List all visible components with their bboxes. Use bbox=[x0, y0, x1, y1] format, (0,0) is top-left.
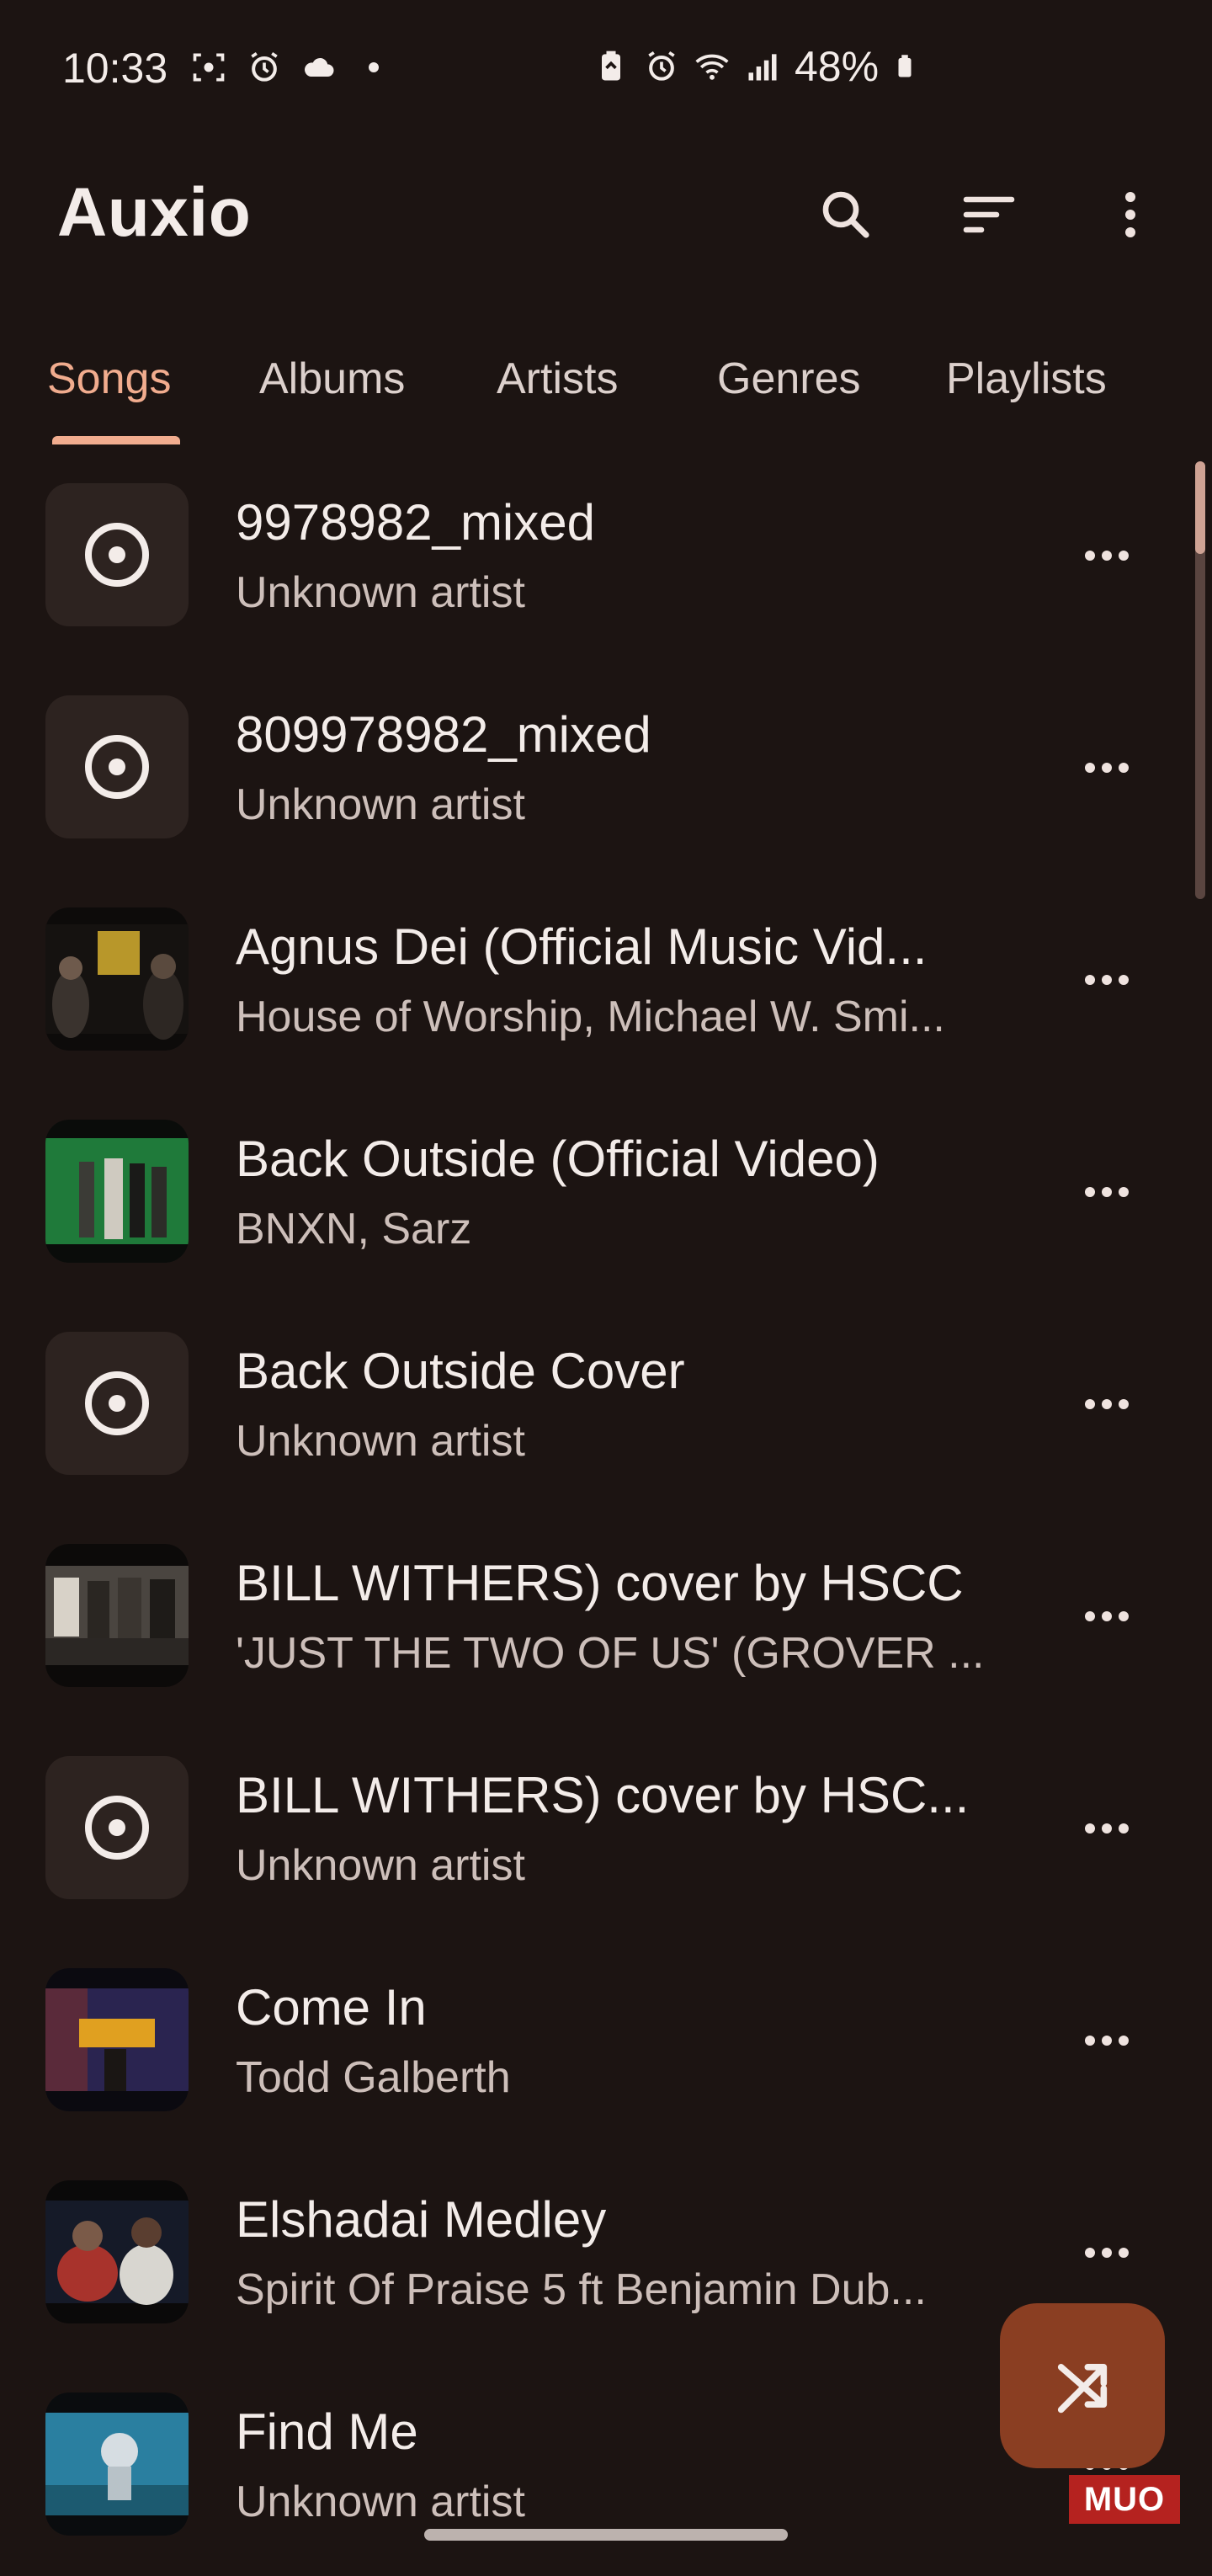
song-row[interactable]: 809978982_mixed Unknown artist bbox=[0, 667, 1212, 879]
shuffle-icon bbox=[1057, 2364, 1108, 2414]
tab-albums[interactable]: Albums bbox=[259, 354, 405, 404]
song-title: 809978982_mixed bbox=[236, 706, 651, 763]
default-disc-icon bbox=[85, 523, 149, 587]
song-row[interactable]: BILL WITHERS) cover by HSCC 'JUST THE TW… bbox=[0, 1515, 1212, 1727]
album-art bbox=[45, 1544, 189, 1687]
song-row[interactable]: Back Outside Cover Unknown artist bbox=[0, 1303, 1212, 1515]
screenshot-icon bbox=[193, 53, 225, 82]
song-title: BILL WITHERS) cover by HSC... bbox=[236, 1767, 970, 1823]
song-artist: Unknown artist bbox=[236, 1841, 525, 1890]
tab-artists[interactable]: Artists bbox=[497, 354, 618, 404]
search-button[interactable] bbox=[808, 177, 884, 253]
default-disc-icon bbox=[85, 1371, 149, 1435]
video-thumbnail-image bbox=[45, 1544, 189, 1687]
song-menu-button[interactable] bbox=[1069, 1370, 1145, 1438]
video-thumbnail-image bbox=[45, 1968, 189, 2111]
default-disc-icon bbox=[85, 1796, 149, 1860]
song-menu-button[interactable] bbox=[1069, 1583, 1145, 1650]
wifi-icon bbox=[695, 54, 729, 80]
status-time: 10:33 bbox=[62, 45, 168, 92]
album-art bbox=[45, 907, 189, 1051]
gesture-navigation-bar[interactable] bbox=[424, 2529, 788, 2541]
video-thumbnail-image bbox=[45, 907, 189, 1051]
song-artist: Unknown artist bbox=[236, 1417, 525, 1466]
song-row[interactable]: BILL WITHERS) cover by HSC... Unknown ar… bbox=[0, 1727, 1212, 1940]
song-artist: House of Worship, Michael W. Smi... bbox=[236, 993, 945, 1041]
more-horiz-icon bbox=[1085, 551, 1129, 561]
song-title: Back Outside Cover bbox=[236, 1343, 685, 1399]
album-art bbox=[45, 1332, 189, 1475]
song-artist: Unknown artist bbox=[236, 780, 525, 829]
song-title: 9978982_mixed bbox=[236, 494, 596, 551]
song-menu-button[interactable] bbox=[1069, 1158, 1145, 1226]
song-row[interactable]: Back Outside (Official Video) BNXN, Sarz bbox=[0, 1091, 1212, 1303]
album-art bbox=[45, 2392, 189, 2536]
battery-saver-icon bbox=[602, 51, 620, 81]
tab-indicator bbox=[52, 436, 180, 444]
song-row[interactable]: Come In Todd Galberth bbox=[0, 1940, 1212, 2152]
album-art bbox=[45, 2180, 189, 2323]
song-menu-button[interactable] bbox=[1069, 522, 1145, 589]
app-title: Auxio bbox=[57, 174, 252, 251]
video-thumbnail-image bbox=[45, 2392, 189, 2536]
sort-button[interactable] bbox=[951, 177, 1027, 253]
song-artist: Unknown artist bbox=[236, 2478, 525, 2526]
song-row[interactable]: 9978982_mixed Unknown artist bbox=[0, 455, 1212, 667]
song-title: BILL WITHERS) cover by HSCC bbox=[236, 1555, 964, 1611]
status-bar: 10:33 48% bbox=[0, 0, 1212, 143]
alarm-icon-2 bbox=[648, 51, 675, 81]
more-horiz-icon bbox=[1085, 1399, 1129, 1409]
more-horiz-icon bbox=[1085, 763, 1129, 773]
overflow-menu-button[interactable] bbox=[1092, 177, 1168, 253]
album-art bbox=[45, 1968, 189, 2111]
tab-songs[interactable]: Songs bbox=[47, 354, 171, 404]
video-thumbnail-image bbox=[45, 2180, 189, 2323]
song-row[interactable]: Agnus Dei (Official Music Vid... House o… bbox=[0, 879, 1212, 1091]
song-artist: BNXN, Sarz bbox=[236, 1205, 472, 1253]
song-title: Come In bbox=[236, 1979, 427, 2036]
song-title: Agnus Dei (Official Music Vid... bbox=[236, 918, 928, 975]
album-art bbox=[45, 483, 189, 626]
status-right-icons: 48% bbox=[593, 42, 1212, 91]
song-title: Back Outside (Official Video) bbox=[236, 1131, 880, 1187]
more-horiz-icon bbox=[1085, 1611, 1129, 1621]
song-menu-button[interactable] bbox=[1069, 946, 1145, 1014]
status-left-icons bbox=[190, 49, 379, 86]
search-icon bbox=[822, 191, 869, 238]
song-menu-button[interactable] bbox=[1069, 1795, 1145, 1862]
tab-genres[interactable]: Genres bbox=[717, 354, 861, 404]
more-horiz-icon bbox=[1085, 975, 1129, 985]
song-menu-button[interactable] bbox=[1069, 2219, 1145, 2286]
song-title: Find Me bbox=[236, 2403, 418, 2460]
song-artist: Unknown artist bbox=[236, 568, 525, 617]
watermark-logo: MUO bbox=[1069, 2475, 1180, 2524]
more-horiz-icon bbox=[1085, 1823, 1129, 1834]
alarm-icon bbox=[251, 51, 278, 82]
song-title: Elshadai Medley bbox=[236, 2191, 607, 2248]
song-artist: 'JUST THE TWO OF US' (GROVER ... bbox=[236, 1629, 985, 1678]
album-art bbox=[45, 1756, 189, 1899]
more-horiz-icon bbox=[1085, 1187, 1129, 1197]
song-menu-button[interactable] bbox=[1069, 734, 1145, 801]
song-artist: Spirit Of Praise 5 ft Benjamin Dub... bbox=[236, 2265, 927, 2314]
album-art bbox=[45, 695, 189, 838]
top-app-bar: Auxio bbox=[0, 152, 1212, 278]
song-menu-button[interactable] bbox=[1069, 2007, 1145, 2074]
more-vert-icon bbox=[1125, 192, 1135, 237]
album-art bbox=[45, 1120, 189, 1263]
signal-icon bbox=[748, 54, 777, 81]
more-horiz-icon bbox=[1085, 2036, 1129, 2046]
tab-playlists[interactable]: Playlists bbox=[946, 354, 1107, 404]
battery-icon bbox=[898, 55, 912, 77]
library-tabs: Songs Albums Artists Genres Playlists bbox=[0, 337, 1212, 446]
weather-icon bbox=[305, 57, 334, 77]
more-horiz-icon bbox=[1085, 2248, 1129, 2258]
battery-percent: 48% bbox=[795, 43, 880, 90]
default-disc-icon bbox=[85, 735, 149, 799]
notification-dot-icon bbox=[369, 62, 379, 72]
shuffle-all-button[interactable] bbox=[1000, 2303, 1165, 2468]
song-artist: Todd Galberth bbox=[236, 2053, 511, 2102]
video-thumbnail-image bbox=[45, 1120, 189, 1263]
sort-icon bbox=[963, 196, 1015, 233]
